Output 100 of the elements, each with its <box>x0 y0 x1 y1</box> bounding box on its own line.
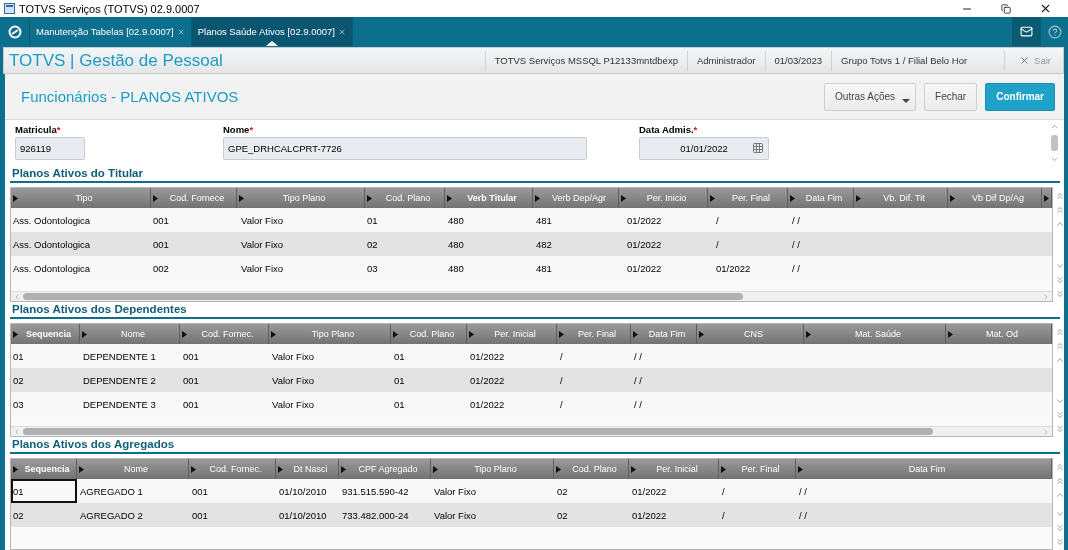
table-cell-text: DEPENDENTE 3 <box>82 397 157 412</box>
table-cell-text: 01 <box>393 349 406 364</box>
column-arrow-icon[interactable] <box>13 194 18 202</box>
column-arrow-icon[interactable] <box>633 330 638 338</box>
action-button[interactable]: Outras Ações <box>824 82 917 111</box>
table-cell-text: 03 <box>366 261 379 276</box>
date-field[interactable]: 01/01/2022 <box>639 137 769 160</box>
table-row[interactable]: 02 DEPENDENTE 2 001 Valor Fixo 01 01/2022 / / / <box>11 368 1052 392</box>
column-arrow-icon[interactable] <box>393 330 398 338</box>
double-chevron-up-icon[interactable] <box>1054 461 1065 472</box>
column-arrow-icon[interactable] <box>790 194 795 202</box>
input-field[interactable]: 926119 <box>15 137 85 160</box>
column-arrow-icon[interactable] <box>182 330 187 338</box>
column-arrow-icon[interactable] <box>79 465 84 473</box>
close-icon[interactable] <box>1039 2 1052 15</box>
column-arrow-icon[interactable] <box>1044 194 1049 202</box>
table-cell-text: 480 <box>447 213 465 228</box>
column-arrow-icon[interactable] <box>535 194 540 202</box>
table-row[interactable]: 02 AGREGADO 2 001 01/10/2010 733.482.000-24 Valor Fixo 02 01/2022 / / / <box>11 503 1052 527</box>
table-cell-text: Valor Fixo <box>433 508 478 523</box>
double-chevron-down-icon[interactable] <box>1054 409 1065 420</box>
double-chevron-up-icon[interactable] <box>1054 340 1065 351</box>
double-chevron-down-icon[interactable] <box>1054 274 1065 285</box>
table-cell-text: / <box>559 373 564 388</box>
table-cell-text: 01/2022 <box>626 237 663 252</box>
table-cell-text: 001 <box>191 484 209 499</box>
table-row[interactable]: Ass. Odontologica 001 Valor Fixo 02 480 482 01/2022 / / / <box>11 232 1052 256</box>
table-cell-text: / / <box>798 484 808 499</box>
column-arrow-icon[interactable] <box>367 194 372 202</box>
column-header[interactable]: Sequencia <box>11 459 77 479</box>
double-chevron-down-icon[interactable] <box>1054 522 1065 533</box>
column-arrow-icon[interactable] <box>341 465 346 473</box>
column-arrow-icon[interactable] <box>469 330 474 338</box>
table-cell-text: DEPENDENTE 1 <box>82 349 157 364</box>
table-cell-text: DEPENDENTE 2 <box>82 373 157 388</box>
column-arrow-icon[interactable] <box>948 330 953 338</box>
table-cell-text: Ass. Odontologica <box>12 261 92 276</box>
calendar-icon[interactable] <box>752 142 764 154</box>
help-icon[interactable] <box>1047 24 1062 39</box>
column-arrow-icon[interactable] <box>433 465 438 473</box>
section-title: Planos Ativos do Titular <box>10 166 1060 183</box>
column-arrow-icon[interactable] <box>271 330 276 338</box>
table-cell-text: 01/2022 <box>631 484 668 499</box>
column-arrow-icon[interactable] <box>798 465 803 473</box>
column-arrow-icon[interactable] <box>559 330 564 338</box>
column-arrow-icon[interactable] <box>721 465 726 473</box>
column-arrow-icon[interactable] <box>153 194 158 202</box>
restore-icon[interactable] <box>1001 3 1011 14</box>
column-arrow-icon[interactable] <box>631 465 636 473</box>
column-arrow-icon[interactable] <box>13 465 18 473</box>
column-arrow-icon[interactable] <box>447 194 452 202</box>
column-arrow-icon[interactable] <box>278 465 283 473</box>
window-title: TOTVS Serviços (TOTVS) 02.9.0007 <box>19 2 201 15</box>
session-info: 01/03/2023 <box>764 50 832 71</box>
column-arrow-icon[interactable] <box>82 330 87 338</box>
table-cell-text: 01/2022 <box>469 349 506 364</box>
double-chevron-up-icon[interactable] <box>1054 326 1065 337</box>
table-cell-text: Valor Fixo <box>271 373 316 388</box>
tab[interactable]: Planos Saúde Ativos [02.9.0007] <box>191 17 353 46</box>
table-cell-text: 001 <box>182 349 200 364</box>
action-button[interactable]: Confirmar <box>985 82 1055 111</box>
table-cell-text: 733.482.000-24 <box>341 508 410 523</box>
column-arrow-icon[interactable] <box>556 465 561 473</box>
table-cell-text: 001 <box>152 237 170 252</box>
double-chevron-up-icon[interactable] <box>1054 475 1065 486</box>
double-chevron-down-icon[interactable] <box>1054 536 1065 547</box>
table-cell-text: 01/10/2010 <box>278 484 328 499</box>
column-arrow-icon[interactable] <box>856 194 861 202</box>
double-chevron-up-icon[interactable] <box>1054 204 1065 215</box>
table-cell-text: 01/2022 <box>469 373 506 388</box>
exit-button[interactable]: Sair <box>1004 50 1063 71</box>
input-field[interactable]: GPE_DRHCALCPRT-7726 <box>223 137 587 160</box>
mail-button[interactable] <box>1012 17 1040 46</box>
column-arrow-icon[interactable] <box>710 194 715 202</box>
table-cell-text: 482 <box>535 237 553 252</box>
action-button[interactable]: Fechar <box>924 82 978 111</box>
table-cell-text: Ass. Odontologica <box>12 213 92 228</box>
column-arrow-icon[interactable] <box>191 465 196 473</box>
page-title: Funcionários - PLANOS ATIVOS <box>21 88 240 105</box>
double-chevron-down-icon[interactable] <box>1054 288 1065 299</box>
column-arrow-icon[interactable] <box>950 194 955 202</box>
table-cell-text: / <box>715 213 720 228</box>
column-arrow-icon[interactable] <box>699 330 704 338</box>
field-label: Nome* <box>223 124 255 135</box>
column-arrow-icon[interactable] <box>239 194 244 202</box>
table-cell-text: 01/2022 <box>715 261 752 276</box>
column-arrow-icon[interactable] <box>621 194 626 202</box>
table-cell-text: 01/2022 <box>626 213 663 228</box>
column-arrow-icon[interactable] <box>13 330 18 338</box>
table-cell-text: Valor Fixo <box>271 397 316 412</box>
session-info: Administrador <box>686 50 765 71</box>
table-cell-text: Valor Fixo <box>433 484 478 499</box>
table-cell-text: / <box>721 508 726 523</box>
double-chevron-up-icon[interactable] <box>1054 190 1065 201</box>
table-cell-text: AGREGADO 1 <box>79 484 144 499</box>
mail-icon[interactable] <box>1020 25 1033 38</box>
table-cell-text: 02 <box>12 508 25 523</box>
column-arrow-icon[interactable] <box>806 330 811 338</box>
double-chevron-down-icon[interactable] <box>1054 423 1065 434</box>
table-cell-text: AGREGADO 2 <box>79 508 144 523</box>
